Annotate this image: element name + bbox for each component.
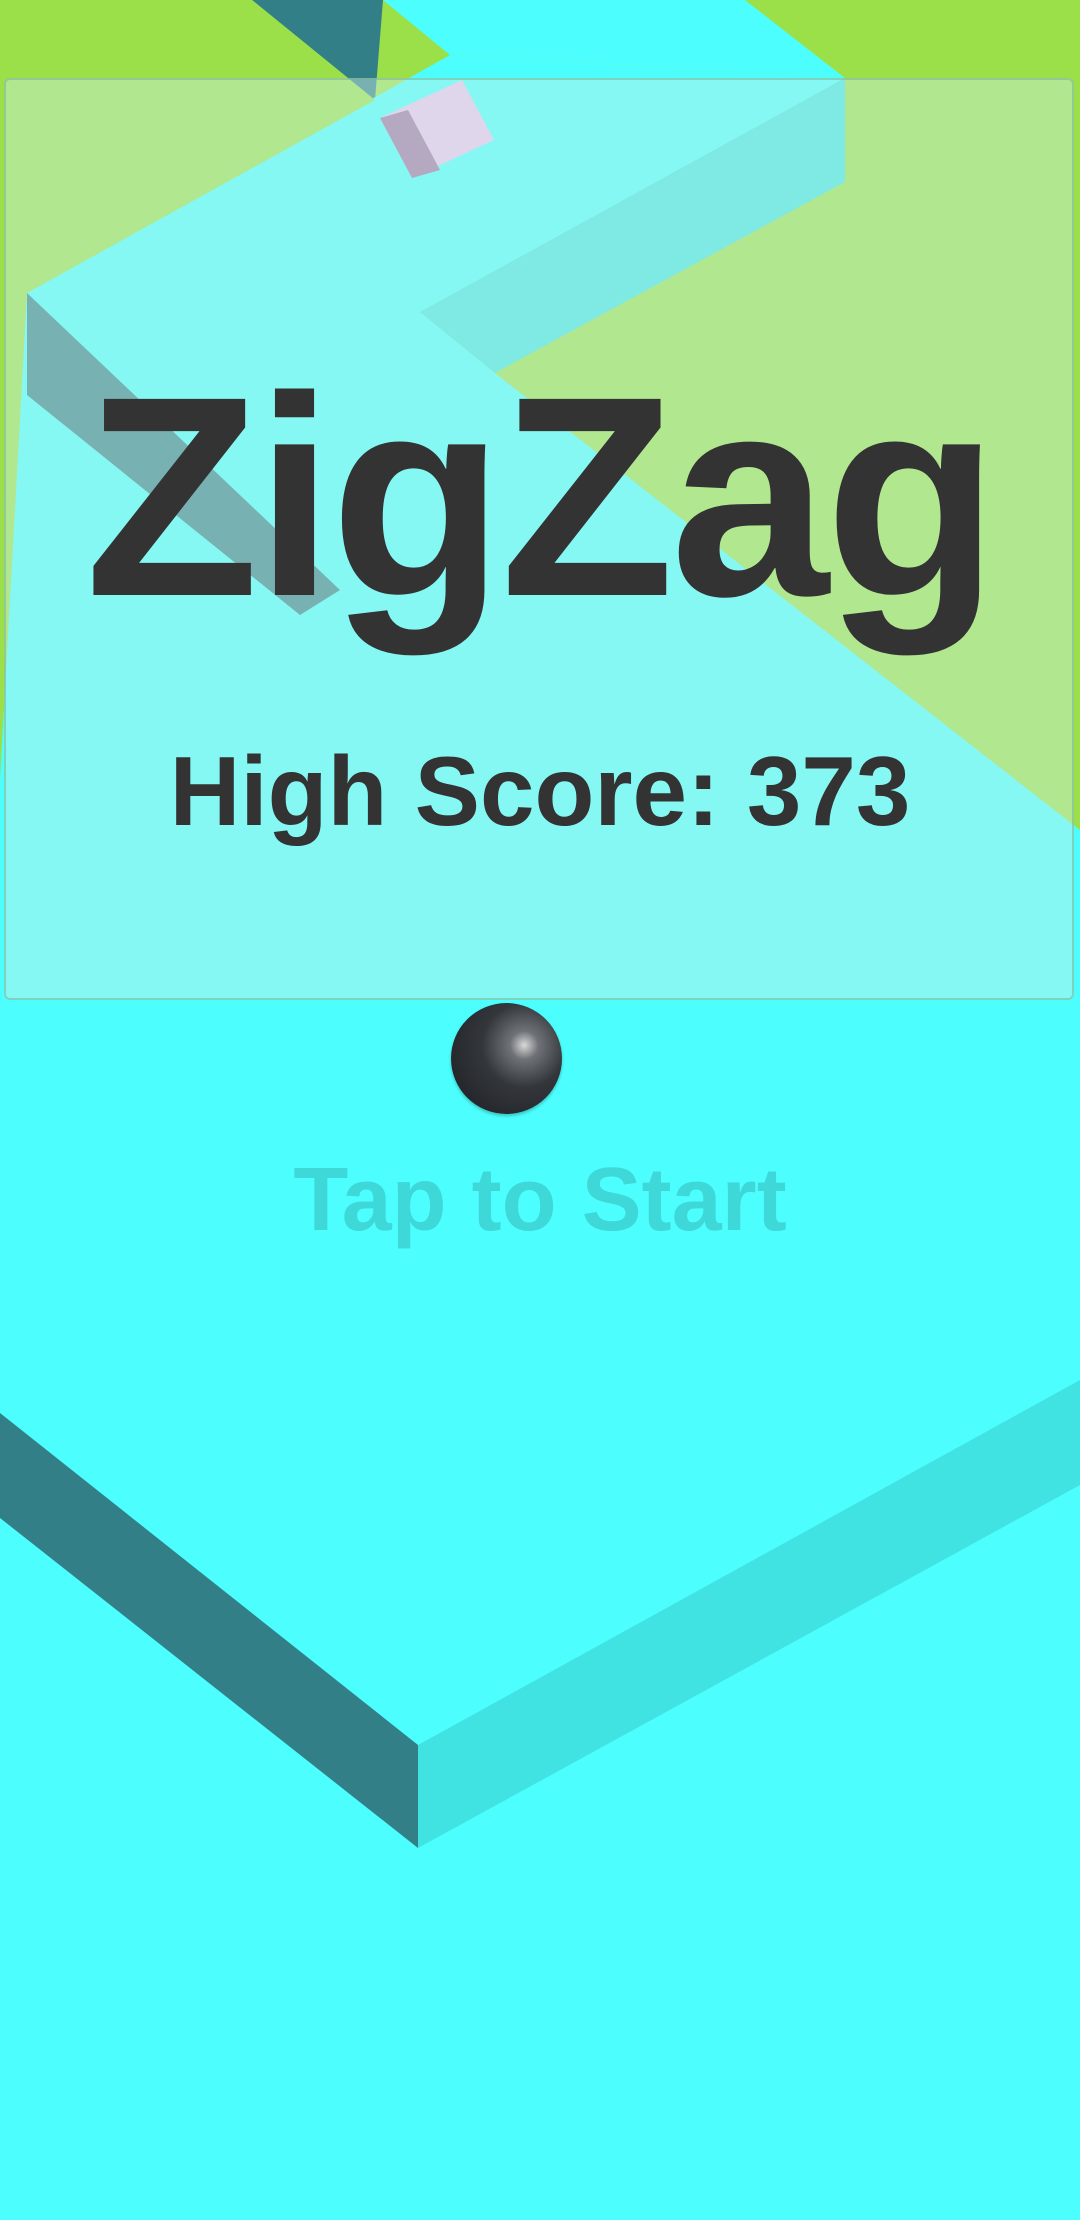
tap-to-start-button[interactable]: Tap to Start: [0, 1155, 1080, 1245]
player-ball: [451, 1003, 562, 1114]
game-title: ZigZag: [84, 338, 999, 656]
high-score-label: High Score: 373: [169, 736, 911, 846]
